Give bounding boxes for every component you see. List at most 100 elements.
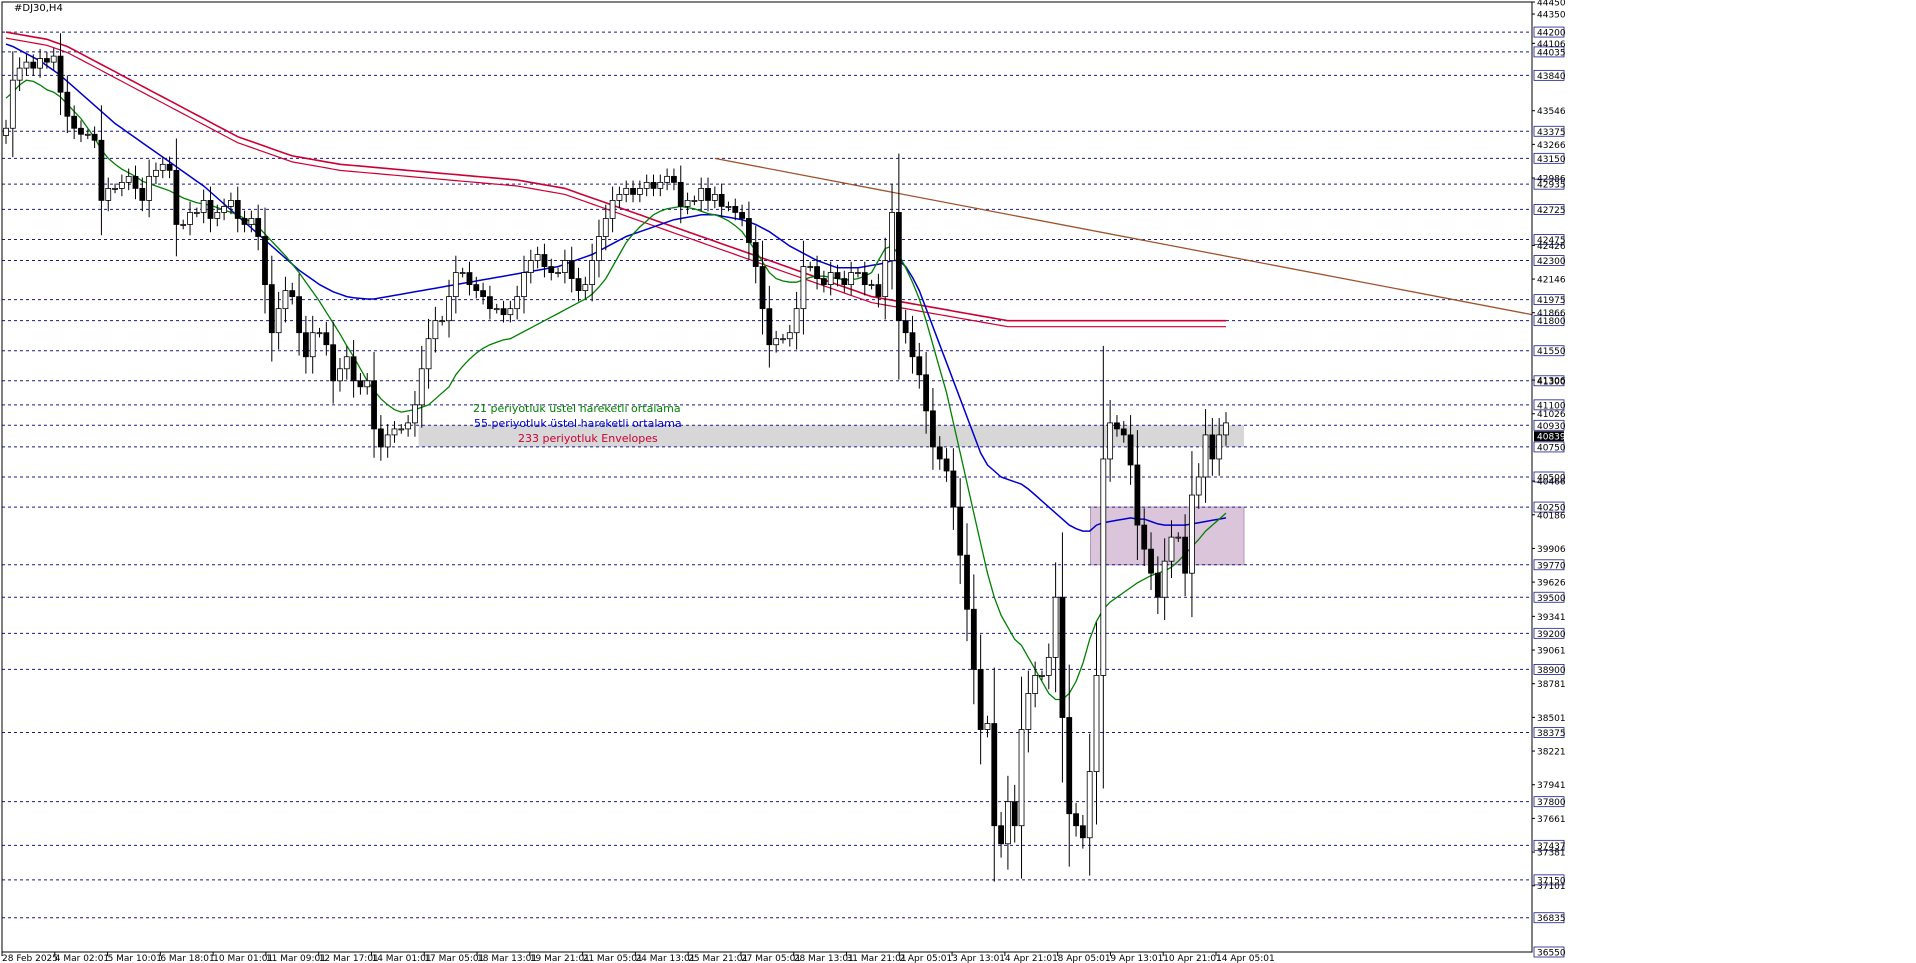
candles-layer [3,33,1229,882]
candle-bull [146,175,153,201]
y-tick-label: 43266 [1537,141,1566,151]
candle-bear [98,139,105,201]
candle-bull [868,284,875,286]
candle-bear [371,380,377,430]
candle-bull [391,428,398,436]
candle-bear [1182,536,1189,574]
candle-bear [718,194,725,207]
candle-bear [268,284,275,334]
candle-bull [37,58,43,69]
candle-bear [746,218,752,243]
y-tick-label: 41026 [1537,410,1566,420]
candle-bull [773,338,780,346]
y-tick-label: 44450 [1537,0,1566,9]
candle-bull [793,308,800,334]
candle-bull [527,260,534,273]
candle-bull [364,380,371,388]
legend-entry: 233 periyotluk Envelopes [518,432,658,445]
candle-bull [187,212,193,225]
candle-bull [1086,771,1093,839]
x-tick-label: 4 Apr 21:01 [1005,954,1058,963]
candle-bear [1066,717,1073,815]
candle-bear [820,278,827,285]
candle-bear [943,458,950,472]
candle-bull [514,296,521,310]
candle-bear [902,320,909,334]
legend-entry: 55 periyotluk üstel hareketli ortalama [474,417,682,430]
candle-bear [43,58,50,63]
candle-bull [439,320,446,323]
candle-bear [936,446,943,460]
candle-bear [57,55,64,93]
candle-bull [691,200,698,202]
candle-bull [105,187,112,201]
candle-bull [984,723,991,730]
candle-bull [780,338,786,341]
level-label: 37800 [1537,798,1566,808]
candle-bear [234,200,241,219]
candle-bull [452,272,459,298]
x-tick-label: 17 Mar 05:01 [424,954,484,963]
x-tick-label: 3 Apr 13:01 [952,954,1005,963]
candle-bear [677,181,684,207]
candle-bear [998,825,1004,845]
candle-bull [623,187,630,195]
candle-bull [159,163,166,171]
candle-bear [173,169,180,225]
candle-bull [1018,729,1025,827]
candle-bear [671,175,677,183]
y-tick-label: 44350 [1537,11,1566,21]
candle-bull [1189,494,1195,574]
candle-bull [1168,536,1175,562]
candle-bear [71,115,78,129]
level-label: 36835 [1537,914,1566,924]
candle-bear [487,296,493,310]
candle-bull [596,236,602,261]
candle-bear [1114,422,1120,430]
candle-bear [841,278,848,285]
candle-bear [977,669,984,730]
candle-bull [657,181,664,189]
y-tick-label: 40466 [1537,478,1566,488]
candle-bear [752,242,759,267]
candle-bull [555,272,561,274]
candle-bear [289,290,296,298]
candle-bear [970,608,977,670]
candle-bear [861,272,868,285]
candle-bear [255,218,262,237]
candle-bear [241,218,248,225]
candle-bear [650,181,657,189]
candle-bull [16,67,23,81]
candle-bull [725,206,732,208]
candle-bull [561,260,568,273]
candle-bear [814,266,820,279]
candle-bear [541,254,548,267]
y-tick-label: 37941 [1537,781,1566,791]
candle-bear [323,332,330,346]
level-label: 40750 [1537,443,1566,453]
y-tick-label: 43546 [1537,107,1566,117]
candle-bear [930,410,936,448]
candle-bull [507,308,514,316]
y-tick-label: 39341 [1537,613,1566,623]
candle-bear [1011,801,1018,827]
candle-bull [418,368,425,406]
candle-bear [568,260,575,279]
y-tick-label: 38781 [1537,680,1566,690]
price-chart[interactable]: #DJ30,H4 21 periyotluk üstel hareketli o… [0,0,1916,963]
candle-bull [711,194,718,201]
candle-bull [459,272,466,274]
candle-bull [616,194,623,201]
candle-bull [343,356,350,370]
candle-bear [834,272,841,279]
candle-bear [30,61,37,69]
candle-bear [705,187,711,201]
x-tick-label: 10 Mar 01:01 [213,954,273,963]
consolidation-box [1090,506,1245,566]
level-label: 39200 [1537,630,1566,640]
y-tick-label: 41306 [1537,377,1566,387]
candle-bear [466,272,473,285]
candle-bear [739,212,745,219]
ema21-line [5,79,1227,701]
candle-bull [1107,422,1114,460]
